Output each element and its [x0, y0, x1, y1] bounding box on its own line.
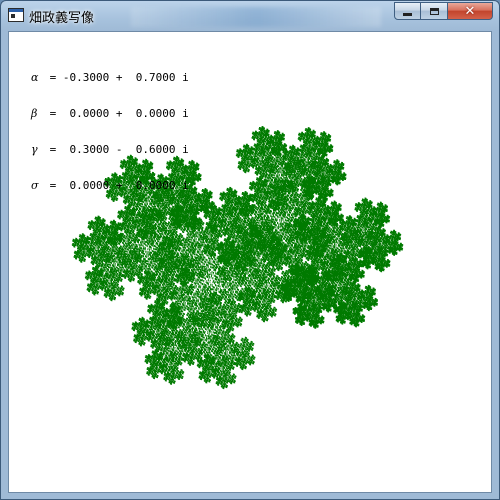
app-window-icon[interactable]: [8, 8, 24, 22]
sigma-symbol: σ: [31, 179, 39, 192]
minimize-button[interactable]: [394, 2, 421, 20]
drawing-area: α = -0.3000 + 0.7000 i β = 0.0000 + 0.00…: [8, 31, 492, 493]
maximize-button[interactable]: [421, 2, 448, 20]
alpha-symbol: α: [31, 71, 39, 84]
beta-value: = 0.0000 + 0.0000 i: [43, 107, 189, 120]
param-row-beta: β = 0.0000 + 0.0000 i: [31, 108, 189, 120]
gamma-value: = 0.3000 - 0.6000 i: [43, 143, 189, 156]
close-icon: ✕: [464, 3, 476, 19]
sigma-value: = 0.0000 + 0.0000 i: [43, 179, 189, 192]
maximize-icon: [429, 7, 439, 15]
gamma-symbol: γ: [31, 143, 38, 156]
title-bar[interactable]: 畑政義写像 ✕: [1, 1, 499, 31]
param-row-alpha: α = -0.3000 + 0.7000 i: [31, 72, 189, 84]
close-button[interactable]: ✕: [448, 2, 493, 20]
window-controls: ✕: [394, 2, 493, 21]
alpha-value: = -0.3000 + 0.7000 i: [43, 71, 189, 84]
beta-symbol: β: [31, 107, 38, 120]
parameter-list: α = -0.3000 + 0.7000 i β = 0.0000 + 0.00…: [31, 48, 189, 216]
app-window: 畑政義写像 ✕ α = -0.3000 + 0.7000 i β = 0.000…: [0, 0, 500, 500]
param-row-sigma: σ = 0.0000 + 0.0000 i: [31, 180, 189, 192]
minimize-icon: [403, 12, 412, 16]
window-title: 畑政義写像: [29, 11, 95, 26]
param-row-gamma: γ = 0.3000 - 0.6000 i: [31, 144, 189, 156]
